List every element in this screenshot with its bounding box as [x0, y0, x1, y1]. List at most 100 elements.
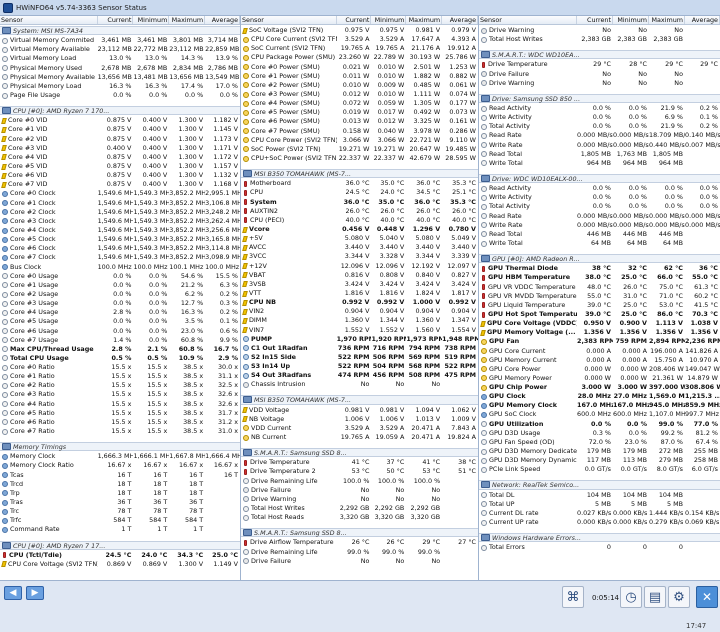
sensor-row-physical-memory-load[interactable]: Physical Memory Load 16.3 % 16.3 % 17.4 % 17…	[0, 82, 240, 91]
sensor-row-read-rate[interactable]: Read Rate 0.000 MB/s 0.000 MB/s 0.000 MB/s 0…	[479, 212, 720, 221]
sensor-row-max-cpu-thread-usage[interactable]: Max CPU/Thread Usage 2.8 % 2.1 % 60.8 % 16.7…	[0, 345, 240, 354]
sensor-row-cpu[interactable]: CPU 24.5 °C 24.0 °C 34.5 °C 25.1 °C	[241, 188, 478, 197]
sensor-row-core-7-ratio[interactable]: Core #7 Ratio 15.5 x 15.5 x 38.5 x 31.0 x	[0, 427, 240, 436]
sensor-row-core-6-clock[interactable]: Core #6 Clock 1,549.6 MHz1,549.3 MHz3,852…	[0, 244, 240, 253]
sensor-row-core-7-vid[interactable]: Core #7 VID 0.875 V 0.400 V 1.300 V 1.168 V	[0, 180, 240, 189]
sensor-row-trcd[interactable]: Trcd 18 T 18 T 18 T	[0, 480, 240, 489]
sensor-row-core-5-usage[interactable]: Core #5 Usage 0.0 % 0.0 % 3.5 % 0.1 %	[0, 317, 240, 326]
sensor-row-trc[interactable]: Trc 78 T 78 T 78 T	[0, 507, 240, 516]
sensor-row-read-total[interactable]: Read Total 446 MB 446 MB 446 MB	[479, 230, 720, 239]
sensor-row-virtual-memory-available[interactable]: Virtual Memory Available 23,112 MB 22,772 …	[0, 45, 240, 54]
sensor-row-core-2-ratio[interactable]: Core #2 Ratio 15.5 x 15.5 x 38.5 x 32.5 x	[0, 381, 240, 390]
sensor-row-core-3-vid[interactable]: Core #3 VID 0.400 V 0.400 V 1.300 V 1.171 V	[0, 144, 240, 153]
sensor-row-write-rate[interactable]: Write Rate 0.000 MB/s 0.000 MB/s 0.440 MB/s…	[479, 141, 720, 150]
sensor-row-gpu-chip-power[interactable]: GPU Chip Power 3.000 W 3.000 W 397.000 W 308…	[479, 383, 720, 392]
sensor-row-total-activity[interactable]: Total Activity 0.0 % 0.0 % 0.0 % 0.0 %	[479, 202, 720, 211]
sensor-row-trp[interactable]: Trp 18 T 18 T 18 T	[0, 489, 240, 498]
sensor-row-drive-airflow-temperature[interactable]: Drive Airflow Temperature 26 °C 26 °C 29 °C…	[241, 538, 478, 547]
sensor-row-gpu-core-voltage-vddc[interactable]: GPU Core Voltage (VDDC) 0.950 V 0.900 V 1.1…	[479, 319, 720, 328]
sensor-row-vin7[interactable]: VIN7 1.552 V 1.552 V 1.560 V 1.554 V	[241, 326, 478, 335]
network-icon[interactable]: ⌘	[562, 586, 584, 608]
sensor-row-vin2[interactable]: VIN2 0.904 V 0.904 V 0.904 V 0.904 V	[241, 307, 478, 316]
sensor-row-pcie-link-speed[interactable]: PCIe Link Speed 0.0 GT/s 0.0 GT/s 8.0 GT/s 6…	[479, 465, 720, 474]
sensor-row-core-0-ratio[interactable]: Core #0 Ratio 15.5 x 15.5 x 38.5 x 30.0 x	[0, 363, 240, 372]
sensor-row-core-7-usage[interactable]: Core #7 Usage 1.4 % 0.0 % 60.8 % 9.9 %	[0, 336, 240, 345]
sensor-row-total-dl[interactable]: Total DL 104 MB 104 MB 104 MB	[479, 491, 720, 500]
sensor-row-s2-in15-side[interactable]: S2 In15 Side 522 RPM 506 RPM 569 RPM 519 RPM	[241, 353, 478, 362]
sensor-row-total-host-writes[interactable]: Total Host Writes 2,292 GB 2,292 GB 2,292 G…	[241, 504, 478, 513]
sensor-row-nb-voltage[interactable]: NB Voltage 1.006 V 1.006 V 1.013 V 1.009 V	[241, 415, 478, 424]
column-sensor-header[interactable]: Sensor	[479, 16, 577, 24]
sensor-row-write-activity[interactable]: Write Activity 0.0 % 0.0 % 0.0 % 0.0 %	[479, 193, 720, 202]
sensor-group-header[interactable]: MSI B350 TOMAHAWK (MS-7...	[241, 395, 478, 405]
sensor-row-write-total[interactable]: Write Total 64 MB 64 MB 64 MB	[479, 239, 720, 248]
sensor-row-core-6-ratio[interactable]: Core #6 Ratio 15.5 x 15.5 x 38.5 x 31.2 x	[0, 418, 240, 427]
sensor-group-header[interactable]: CPU [#0]: AMD Ryzen 7 17...	[0, 540, 240, 550]
nav-left-button[interactable]: ◀	[4, 586, 22, 600]
sensor-row-write-activity[interactable]: Write Activity 0.0 % 0.0 % 6.9 % 0.1 %	[479, 113, 720, 122]
sensor-row-drive-temperature[interactable]: Drive Temperature 41 °C 37 °C 41 °C 38 °C	[241, 458, 478, 467]
sensor-row-core-0-vid[interactable]: Core #0 VID 0.875 V 0.400 V 1.300 V 1.182 V	[0, 116, 240, 125]
sensor-row-gpu-fan[interactable]: GPU Fan 2,383 RPM 759 RPM 2,894 RPM 2,236 RP…	[479, 337, 720, 346]
sensor-row-gpu-fan-speed-od[interactable]: GPU Fan Speed (OD) 72.0 % 23.0 % 87.0 % 67.4…	[479, 438, 720, 447]
sensor-row-cpu-package-power-smu[interactable]: CPU Package Power (SMU) 23.260 W 22.789 W 3…	[241, 53, 478, 62]
sensor-row-core-6-usage[interactable]: Core #6 Usage 0.0 % 0.0 % 23.0 % 0.6 %	[0, 327, 240, 336]
sensor-row-drive-failure[interactable]: Drive Failure No No No	[241, 486, 478, 495]
sensor-row-core-4-vid[interactable]: Core #4 VID 0.875 V 0.400 V 1.300 V 1.172 V	[0, 153, 240, 162]
sensor-row-core-3-power-smu[interactable]: Core #3 Power (SMU) 0.012 W 0.010 W 1.111 W…	[241, 90, 478, 99]
sensor-row-total-activity[interactable]: Total Activity 0.0 % 0.0 % 21.9 % 0.2 %	[479, 122, 720, 131]
sensor-row-drive-warning[interactable]: Drive Warning No No No	[479, 79, 720, 88]
sensor-row-gpu-memory-clock[interactable]: GPU Memory Clock 167.0 MHz 167.0 MHz 945.0 …	[479, 401, 720, 410]
sensor-row-core-2-vid[interactable]: Core #2 VID 0.875 V 0.400 V 1.300 V 1.173 V	[0, 135, 240, 144]
sensor-row-gpu-vr-mvdd-temperature[interactable]: GPU VR MVDD Temperature 55.0 °C 31.0 °C 71.…	[479, 292, 720, 301]
sensor-row-core-5-power-smu[interactable]: Core #5 Power (SMU) 0.019 W 0.017 W 0.492 W…	[241, 108, 478, 117]
column-current-header[interactable]: Current	[98, 16, 134, 24]
sensor-row-s4-out-3radfans[interactable]: S4 Out 3Radfans 474 RPM 456 RPM 508 RPM 475 …	[241, 371, 478, 380]
sensor-row-soc-voltage-svi2-tfn[interactable]: SoC Voltage (SVI2 TFN) 0.975 V 0.975 V 0.98…	[241, 26, 478, 35]
column-maximum-header[interactable]: Maximum	[169, 16, 206, 24]
sensor-row-pump[interactable]: PUMP 1,970 RPM 1,920 RPM 1,973 RPM 1,948 RPM	[241, 335, 478, 344]
sensor-group-header[interactable]: MSI B350 TOMAHAWK (MS-7...	[241, 169, 478, 179]
sensor-row-memory-clock[interactable]: Memory Clock 1,666.3 MHz1,666.1 MHz1,667.…	[0, 452, 240, 461]
sensor-group-header[interactable]: Windows Hardware Errors...	[479, 533, 720, 543]
sensor-row-core-7-clock[interactable]: Core #7 Clock 1,549.6 MHz1,549.3 MHz3,852…	[0, 253, 240, 262]
sensor-row-core-4-power-smu[interactable]: Core #4 Power (SMU) 0.072 W 0.059 W 1.305 W…	[241, 99, 478, 108]
sensor-row-bus-clock[interactable]: Bus Clock 100.0 MHz 100.0 MHz 100.1 MHz 100.…	[0, 263, 240, 272]
sensor-group-header[interactable]: S.M.A.R.T.: Samsung SSD 8...	[241, 448, 478, 458]
sensor-row-drive-remaining-life[interactable]: Drive Remaining Life 99.0 % 99.0 % 99.0 %	[241, 548, 478, 557]
sensor-row-write-rate[interactable]: Write Rate 0.000 MB/s 0.000 MB/s 0.000 MB/s…	[479, 221, 720, 230]
sensor-row-current-up-rate[interactable]: Current UP rate 0.000 KB/s 0.000 KB/s 0.279…	[479, 518, 720, 527]
column-minimum-header[interactable]: Minimum	[133, 16, 170, 24]
sensor-row-core-6-vid[interactable]: Core #6 VID 0.875 V 0.400 V 1.300 V 1.132 V	[0, 171, 240, 180]
sensor-group-header[interactable]: GPU [#0]: AMD Radeon R...	[479, 254, 720, 264]
sensor-group-header[interactable]: CPU [#0]: AMD Ryzen 7 170...	[0, 106, 240, 116]
column-average-header[interactable]: Average	[685, 16, 720, 24]
sensor-row-12v[interactable]: +12V 12.096 V 12.096 V 12.192 V 12.097 V	[241, 262, 478, 271]
sensor-row-gpu-soc-clock[interactable]: GPU SoC Clock 600.0 MHz 600.0 MHz 1,107.0 M…	[479, 410, 720, 419]
sensor-row-gpu-vr-vddc-temperature[interactable]: GPU VR VDDC Temperature 48.0 °C 26.0 °C 75.…	[479, 283, 720, 292]
sensor-group-header[interactable]: S.M.A.R.T.: Samsung SSD 8...	[241, 528, 478, 538]
sensor-row-core-3-usage[interactable]: Core #3 Usage 0.0 % 0.0 % 12.7 % 0.3 %	[0, 299, 240, 308]
sensor-row-3vcc[interactable]: 3VCC 3.344 V 3.328 V 3.344 V 3.339 V	[241, 252, 478, 261]
sensor-row-soc-power-svi2-tfn[interactable]: SoC Power (SVI2 TFN) 19.271 W 19.271 W 20.6…	[241, 145, 478, 154]
sensor-row-5v[interactable]: +5V 5.080 V 5.040 V 5.080 V 5.049 V	[241, 234, 478, 243]
sensor-row-core-5-clock[interactable]: Core #5 Clock 1,549.6 MHz1,549.3 MHz3,852…	[0, 235, 240, 244]
sensor-row-core-2-usage[interactable]: Core #2 Usage 0.0 % 0.0 % 6.2 % 0.2 %	[0, 290, 240, 299]
sensor-row-core-6-power-smu[interactable]: Core #6 Power (SMU) 0.013 W 0.012 W 3.325 W…	[241, 117, 478, 126]
settings-icon[interactable]: ⚙	[668, 586, 690, 608]
sensor-row-core-1-clock[interactable]: Core #1 Clock 1,549.6 MHz1,549.3 MHz3,852…	[0, 199, 240, 208]
sensor-row-tcas[interactable]: Tcas 16 T 16 T 16 T 16 T	[0, 471, 240, 480]
sensor-row-read-rate[interactable]: Read Rate 0.000 MB/s 0.000 MB/s 18.709 MB/s…	[479, 131, 720, 140]
sensor-row-system[interactable]: System 36.0 °C 35.0 °C 36.0 °C 35.3 °C	[241, 198, 478, 207]
sensor-row-gpu-core-current[interactable]: GPU Core Current 0.000 A 0.000 A 196.000 A1…	[479, 347, 720, 356]
sensor-row-gpu-d3d-memory-dynamic[interactable]: GPU D3D Memory Dynamic 117 MB 113 MB 279 MB…	[479, 456, 720, 465]
sensor-row-core-3-ratio[interactable]: Core #3 Ratio 15.5 x 15.5 x 38.5 x 32.6 x	[0, 390, 240, 399]
report-icon[interactable]: ▤	[644, 586, 666, 608]
sensor-row-cpu-soc-power-svi2-tfn[interactable]: CPU+SoC Power (SVI2 TFN) 22.337 W 22.337 W…	[241, 154, 478, 163]
sensor-row-physical-memory-used[interactable]: Physical Memory Used 2,678 MB 2,678 MB 2,83…	[0, 64, 240, 73]
sensor-row-total-cpu-usage[interactable]: Total CPU Usage 0.5 % 0.5 % 10.9 % 2.9 %	[0, 354, 240, 363]
column-minimum-header[interactable]: Minimum	[371, 16, 407, 24]
column-minimum-header[interactable]: Minimum	[613, 16, 649, 24]
sensor-pane-2[interactable]: Sensor Current Minimum Maximum Average SoC Vo…	[241, 16, 479, 580]
sensor-group-header[interactable]: System: MSI MS-7A34	[0, 26, 240, 36]
